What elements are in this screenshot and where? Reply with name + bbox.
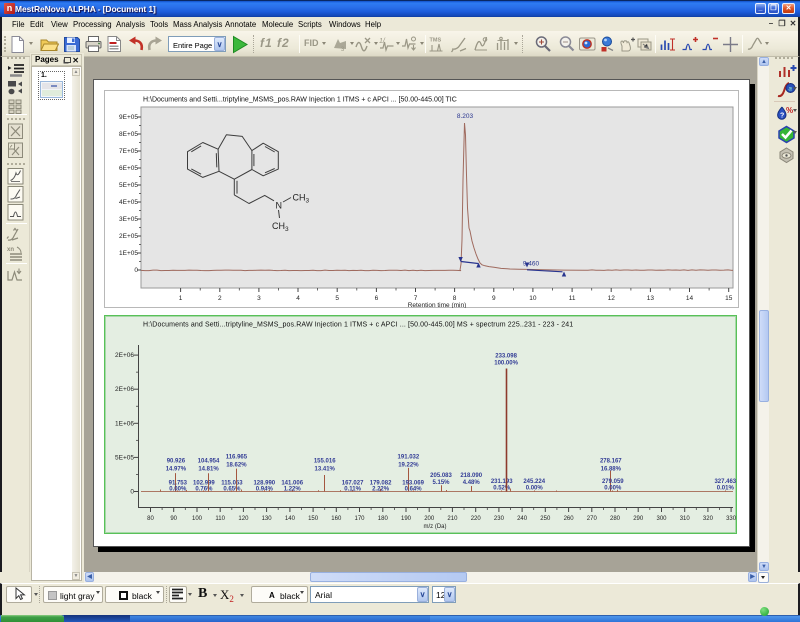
- svg-text:0.00%: 0.00%: [169, 487, 187, 493]
- svg-text:110: 110: [215, 516, 225, 522]
- svg-text:140: 140: [285, 516, 296, 522]
- svg-text:15: 15: [725, 295, 733, 302]
- svg-text:5E+05: 5E+05: [115, 454, 134, 461]
- svg-text:1E+06: 1E+06: [115, 420, 134, 427]
- svg-text:7: 7: [414, 295, 418, 302]
- svg-text:10: 10: [529, 295, 537, 302]
- svg-text:320: 320: [703, 516, 714, 522]
- svg-text:5: 5: [335, 295, 339, 302]
- svg-text:200: 200: [424, 516, 435, 522]
- svg-text:231.193: 231.193: [491, 479, 513, 485]
- svg-text:2E+05: 2E+05: [119, 233, 138, 240]
- svg-text:9.460: 9.460: [523, 261, 540, 268]
- svg-text:9E+05: 9E+05: [119, 114, 138, 121]
- svg-text:279.059: 279.059: [602, 479, 624, 485]
- svg-text:120: 120: [238, 516, 249, 522]
- svg-text:100: 100: [192, 516, 203, 522]
- svg-text:330: 330: [726, 516, 737, 522]
- svg-text:290: 290: [633, 516, 644, 522]
- svg-text:220: 220: [471, 516, 482, 522]
- svg-text:280: 280: [610, 516, 621, 522]
- svg-text:0.00%: 0.00%: [526, 486, 544, 492]
- svg-text:2E+06: 2E+06: [115, 352, 134, 359]
- svg-text:14.81%: 14.81%: [198, 467, 219, 473]
- svg-text:310: 310: [680, 516, 691, 522]
- svg-text:8.203: 8.203: [457, 113, 474, 120]
- svg-text:16.88%: 16.88%: [601, 467, 622, 473]
- svg-text:0.65%: 0.65%: [223, 487, 241, 493]
- svg-text:2.22%: 2.22%: [372, 487, 390, 493]
- svg-text:4: 4: [296, 295, 300, 302]
- svg-text:7E+05: 7E+05: [119, 148, 138, 155]
- svg-text:5.15%: 5.15%: [432, 480, 450, 486]
- svg-text:0.52%: 0.52%: [493, 486, 511, 492]
- svg-text:250: 250: [540, 516, 551, 522]
- svg-text:xn: xn: [7, 247, 14, 253]
- svg-text:1.22%: 1.22%: [284, 487, 302, 493]
- svg-text:0.76%: 0.76%: [195, 487, 213, 493]
- svg-text:2E+06: 2E+06: [115, 386, 134, 393]
- svg-text:4.48%: 4.48%: [463, 480, 481, 486]
- svg-text:1E+05: 1E+05: [119, 250, 138, 257]
- svg-text:0.00%: 0.00%: [604, 486, 622, 492]
- svg-text:?: ?: [780, 113, 784, 120]
- svg-text:240: 240: [517, 516, 528, 522]
- svg-text:170: 170: [354, 516, 365, 522]
- svg-text:0.01%: 0.01%: [717, 486, 735, 492]
- svg-text:233.098: 233.098: [495, 354, 517, 360]
- svg-text:245.224: 245.224: [523, 479, 545, 485]
- svg-text:Retention time (min): Retention time (min): [408, 302, 467, 308]
- svg-text:80: 80: [147, 516, 154, 522]
- svg-text:90.926: 90.926: [167, 459, 186, 465]
- svg-text:160: 160: [331, 516, 342, 522]
- svg-text:210: 210: [447, 516, 458, 522]
- svg-text:327.463: 327.463: [714, 479, 736, 485]
- svg-text:3: 3: [257, 295, 261, 302]
- svg-text:9: 9: [492, 295, 496, 302]
- svg-text:100.00%: 100.00%: [494, 361, 518, 367]
- svg-text:N: N: [276, 201, 283, 211]
- svg-text:13: 13: [647, 295, 655, 302]
- svg-text:8: 8: [453, 295, 457, 302]
- svg-text:230: 230: [494, 516, 505, 522]
- svg-text:180: 180: [378, 516, 389, 522]
- svg-text:0: 0: [130, 489, 134, 496]
- svg-text:0.64%: 0.64%: [405, 487, 423, 493]
- svg-text:H:\Documents and Setti...tript: H:\Documents and Setti...triptyline_MSMS…: [143, 97, 457, 104]
- svg-text:130: 130: [262, 516, 273, 522]
- svg-text:18.62%: 18.62%: [226, 463, 247, 469]
- svg-text:H:\Documents and Setti...tript: H:\Documents and Setti...triptyline_MSMS…: [143, 322, 573, 329]
- svg-text:12: 12: [608, 295, 616, 302]
- svg-text:155.016: 155.016: [314, 459, 336, 465]
- svg-text:6: 6: [375, 295, 379, 302]
- svg-text:8E+05: 8E+05: [119, 131, 138, 138]
- svg-text:13.41%: 13.41%: [315, 467, 336, 473]
- svg-text:19.22%: 19.22%: [398, 463, 419, 469]
- svg-text:4E+05: 4E+05: [119, 199, 138, 206]
- svg-text:104.954: 104.954: [198, 459, 220, 465]
- svg-text:116.965: 116.965: [226, 455, 248, 461]
- svg-text:5E+05: 5E+05: [119, 182, 138, 189]
- svg-text:278.167: 278.167: [600, 459, 622, 465]
- svg-text:6E+05: 6E+05: [119, 165, 138, 172]
- svg-text:TMS: TMS: [430, 38, 442, 44]
- svg-text:14: 14: [686, 295, 694, 302]
- svg-text:0.11%: 0.11%: [344, 487, 361, 493]
- svg-text:2: 2: [218, 295, 222, 302]
- svg-text:m/z (Da): m/z (Da): [424, 524, 447, 530]
- svg-text:218.090: 218.090: [460, 473, 482, 479]
- svg-text:14.97%: 14.97%: [166, 467, 187, 473]
- svg-text:190: 190: [401, 516, 412, 522]
- svg-text:270: 270: [587, 516, 598, 522]
- svg-text:150: 150: [308, 516, 319, 522]
- svg-text:205.083: 205.083: [430, 473, 452, 479]
- svg-text:191.032: 191.032: [398, 455, 420, 461]
- svg-text:11: 11: [569, 295, 576, 302]
- svg-text:300: 300: [656, 516, 667, 522]
- svg-text:1: 1: [179, 295, 183, 302]
- svg-text:90: 90: [170, 516, 177, 522]
- svg-text:0.94%: 0.94%: [256, 487, 274, 493]
- svg-text:260: 260: [564, 516, 575, 522]
- svg-text:3E+05: 3E+05: [119, 216, 138, 223]
